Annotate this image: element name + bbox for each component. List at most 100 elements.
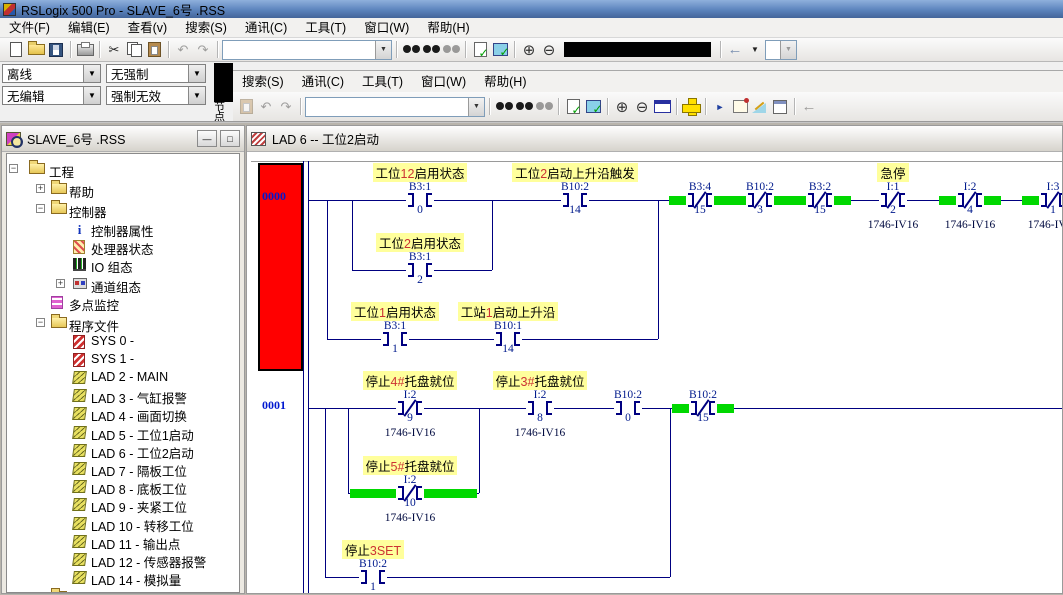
expand-icon[interactable]: + [56, 279, 65, 288]
draw-tools-icon[interactable] [750, 97, 770, 116]
contact-description[interactable]: 急停 [808, 163, 978, 182]
contact-description[interactable]: 停止3#托盘就位 [455, 371, 625, 390]
tree-item-15[interactable]: LAD 6 - 工位2启动 [7, 441, 239, 459]
collapse-icon[interactable]: − [36, 592, 45, 593]
tree-item-8[interactable]: −程序文件 [7, 314, 239, 332]
save-icon[interactable] [46, 40, 66, 59]
forces-combobox[interactable]: 无强制 ▼ [106, 64, 206, 83]
paste-icon[interactable] [236, 97, 256, 116]
tree-item-13[interactable]: LAD 4 - 画面切换 [7, 404, 239, 422]
expand-icon[interactable]: + [36, 184, 45, 193]
mode-combobox[interactable]: 离线 ▼ [2, 64, 101, 83]
redo-icon[interactable]: ↷ [193, 40, 213, 59]
cut-icon[interactable]: ✂ [104, 40, 124, 59]
contact-address[interactable]: I:2 [355, 389, 465, 401]
tree-item-20[interactable]: LAD 11 - 输出点 [7, 532, 239, 550]
collapse-icon[interactable]: − [36, 318, 45, 327]
contact-description[interactable]: 工位2启用状态 [335, 233, 505, 252]
tree-item-17[interactable]: LAD 8 - 底板工位 [7, 477, 239, 495]
contact-bit[interactable]: 14 [520, 204, 630, 216]
contact-address[interactable]: B3:1 [365, 251, 475, 263]
contact-bit[interactable]: 14 [453, 343, 563, 355]
contact-bit[interactable]: 10 [355, 497, 465, 509]
find-icon[interactable] [401, 40, 421, 59]
contact-bit[interactable]: 1 [318, 581, 428, 593]
history-combobox[interactable]: ▼ [765, 40, 797, 60]
edit-rung-icon[interactable] [730, 97, 750, 116]
menu-C[interactable]: 通讯(C) [236, 18, 296, 38]
instruction-palette-icon[interactable]: ► [710, 97, 730, 116]
menu-F[interactable]: 文件(F) [0, 18, 59, 38]
address-combobox[interactable]: ▼ [305, 97, 485, 117]
verify-project-icon[interactable]: ✓ [583, 97, 603, 116]
child-menu-C[interactable]: 通讯(C) [293, 72, 353, 92]
tree-item-14[interactable]: LAD 5 - 工位1启动 [7, 423, 239, 441]
child-menu-W[interactable]: 窗口(W) [412, 72, 475, 92]
contact-description[interactable]: 工位2启动上升沿触发 [490, 163, 660, 182]
undo-icon[interactable]: ↶ [173, 40, 193, 59]
back-navigation-icon[interactable]: ← [799, 97, 819, 116]
contact-bit[interactable]: 2 [365, 274, 475, 286]
tree-item-3[interactable]: 控制器属性 [7, 219, 239, 237]
force-state-combobox[interactable]: 强制无效 ▼ [106, 86, 206, 105]
menu-H[interactable]: 帮助(H) [418, 18, 478, 38]
chevron-down-icon[interactable]: ▼ [83, 87, 100, 104]
contact-address[interactable]: I:3 [998, 181, 1062, 193]
ladder-titlebar[interactable]: LAD 6 -- 工位2启动 [247, 126, 1062, 152]
contact-address[interactable]: B10:2 [520, 181, 630, 193]
zoom-in-icon[interactable]: ⊕ [612, 97, 632, 116]
chevron-down-icon[interactable]: ▼ [83, 65, 100, 82]
tree-item-4[interactable]: 处理器状态 [7, 237, 239, 255]
contact-bit[interactable]: 0 [365, 204, 475, 216]
tree-item-19[interactable]: LAD 10 - 转移工位 [7, 514, 239, 532]
edit-mode-combobox[interactable]: 无编辑 ▼ [2, 86, 101, 105]
find-next-icon[interactable] [514, 97, 534, 116]
collapse-icon[interactable]: − [9, 164, 18, 173]
contact-address[interactable]: B3:1 [340, 320, 450, 332]
rung-number[interactable]: 0000 [262, 189, 286, 204]
redo-icon[interactable]: ↷ [276, 97, 296, 116]
tree-item-21[interactable]: LAD 12 - 传感器报警 [7, 550, 239, 568]
restore-button[interactable]: □ [220, 130, 240, 147]
back-dropdown-icon[interactable]: ▼ [745, 40, 765, 59]
tree-item-22[interactable]: LAD 14 - 模拟量 [7, 568, 239, 586]
new-rung-icon[interactable] [681, 97, 701, 116]
undo-icon[interactable]: ↶ [256, 97, 276, 116]
zoom-in-icon[interactable]: ⊕ [519, 40, 539, 59]
menu-T[interactable]: 工具(T) [296, 18, 355, 38]
contact-address[interactable]: I:2 [355, 474, 465, 486]
tree-item-2[interactable]: −控制器 [7, 200, 239, 218]
chevron-down-icon[interactable]: ▼ [468, 98, 484, 116]
find-replace-icon[interactable] [441, 40, 461, 59]
tree-item-23[interactable]: −数据文件 [7, 588, 239, 593]
chevron-down-icon[interactable]: ▼ [188, 87, 205, 104]
tree-item-11[interactable]: LAD 2 - MAIN [7, 368, 239, 386]
tree-item-5[interactable]: IO 组态 [7, 255, 239, 273]
tree-item-0[interactable]: −工程 [7, 160, 239, 178]
menu-S[interactable]: 搜索(S) [176, 18, 236, 38]
grid-view-icon[interactable] [652, 97, 672, 116]
contact-description[interactable]: 工位12启用状态 [335, 163, 505, 182]
properties-icon[interactable] [770, 97, 790, 116]
find-next-icon[interactable] [421, 40, 441, 59]
contact-address[interactable]: B10:2 [318, 558, 428, 570]
find-replace-icon[interactable] [534, 97, 554, 116]
rung-number[interactable]: 0001 [262, 398, 286, 413]
copy-icon[interactable] [124, 40, 144, 59]
contact-address[interactable]: B10:1 [453, 320, 563, 332]
contact-description[interactable]: 停止3SET [288, 540, 458, 559]
tree-item-6[interactable]: +通道组态 [7, 275, 239, 293]
contact-address[interactable]: B3:1 [365, 181, 475, 193]
chevron-down-icon[interactable]: ▼ [188, 65, 205, 82]
tree-item-9[interactable]: SYS 0 - [7, 332, 239, 350]
verify-project-icon[interactable]: ✓ [490, 40, 510, 59]
contact-bit[interactable]: 1 [998, 204, 1062, 216]
tree-item-7[interactable]: 多点监控 [7, 293, 239, 311]
project-tree-titlebar[interactable]: SLAVE_6号 .RSS — □ [2, 126, 244, 152]
new-file-icon[interactable] [6, 40, 26, 59]
print-icon[interactable] [75, 40, 95, 59]
contact-bit[interactable]: 9 [355, 412, 465, 424]
paste-icon[interactable] [144, 40, 164, 59]
contact-description[interactable]: 工站1启动上升沿 [423, 302, 593, 321]
contact-address[interactable]: B10:2 [648, 389, 758, 401]
